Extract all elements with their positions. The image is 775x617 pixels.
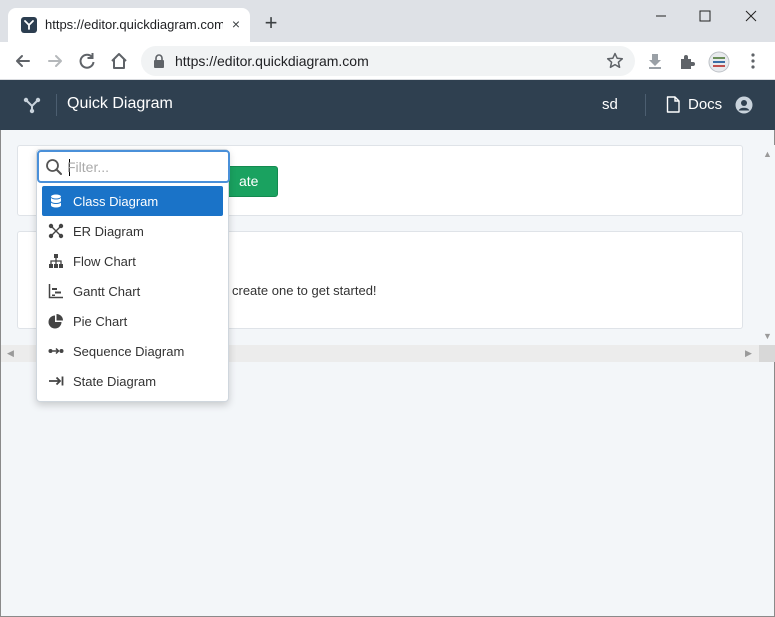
browser-tab[interactable]: https://editor.quickdiagram.com ×	[8, 8, 250, 42]
url-text: https://editor.quickdiagram.com	[175, 53, 369, 69]
scroll-right-icon[interactable]: ▶	[745, 348, 752, 359]
account-icon[interactable]	[735, 96, 753, 114]
header-divider	[56, 94, 57, 116]
menu-item-er-diagram[interactable]: ER Diagram	[42, 216, 223, 246]
scroll-down-icon[interactable]: ▼	[763, 331, 772, 341]
diagram-type-dropdown: Class Diagram ER Diagram Flow Chart Gant…	[36, 149, 230, 402]
menu-item-label: Flow Chart	[73, 253, 136, 269]
menu-item-sequence-diagram[interactable]: Sequence Diagram	[42, 336, 223, 366]
maximize-icon[interactable]	[694, 5, 716, 27]
scroll-left-icon[interactable]: ◀	[7, 348, 14, 359]
profile-avatar-icon[interactable]	[708, 51, 730, 73]
minimize-icon[interactable]	[650, 5, 672, 27]
new-tab-button[interactable]: +	[260, 12, 282, 34]
menu-item-label: Sequence Diagram	[73, 343, 185, 359]
sequence-icon	[48, 343, 64, 359]
vertical-scrollbar[interactable]: ▲ ▼	[759, 145, 775, 345]
address-bar[interactable]: https://editor.quickdiagram.com	[141, 46, 635, 76]
scrollbar-corner	[759, 345, 775, 362]
pie-chart-icon	[48, 313, 64, 329]
forward-icon[interactable]	[44, 50, 66, 72]
menu-item-label: State Diagram	[73, 373, 157, 389]
gantt-icon	[48, 283, 64, 299]
diagram-type-menu: Class Diagram ER Diagram Flow Chart Gant…	[42, 186, 223, 396]
menu-item-state-diagram[interactable]: State Diagram	[42, 366, 223, 396]
sitemap-icon	[48, 253, 64, 269]
favicon-icon	[21, 17, 37, 33]
user-initials[interactable]: sd	[602, 96, 618, 113]
app-header: Quick Diagram sd Docs	[0, 80, 775, 130]
tab-close-icon[interactable]: ×	[228, 16, 244, 32]
browser-tab-strip: https://editor.quickdiagram.com × +	[0, 0, 775, 42]
browser-toolbar: https://editor.quickdiagram.com	[0, 42, 775, 80]
app-title[interactable]: Quick Diagram	[67, 95, 173, 113]
back-icon[interactable]	[12, 50, 34, 72]
database-icon	[48, 193, 64, 209]
browser-menu-icon[interactable]	[743, 51, 763, 71]
menu-item-label: Pie Chart	[73, 313, 128, 329]
er-diagram-icon	[48, 223, 64, 239]
home-icon[interactable]	[108, 50, 130, 72]
lock-icon[interactable]	[153, 54, 165, 68]
download-icon[interactable]	[645, 51, 665, 71]
reload-icon[interactable]	[76, 50, 98, 72]
menu-item-label: Class Diagram	[73, 193, 159, 209]
filter-box[interactable]	[37, 150, 230, 183]
empty-state-message: create one to get started!	[232, 283, 377, 298]
scroll-up-icon[interactable]: ▲	[763, 149, 772, 159]
docs-link[interactable]: Docs	[688, 96, 722, 113]
menu-item-flow-chart[interactable]: Flow Chart	[42, 246, 223, 276]
menu-item-label: Gantt Chart	[73, 283, 141, 299]
state-arrow-icon	[48, 373, 64, 389]
menu-item-gantt-chart[interactable]: Gantt Chart	[42, 276, 223, 306]
close-window-icon[interactable]	[740, 5, 762, 27]
tab-title: https://editor.quickdiagram.com	[45, 17, 223, 32]
menu-item-pie-chart[interactable]: Pie Chart	[42, 306, 223, 336]
document-icon[interactable]	[666, 96, 680, 113]
logo-icon[interactable]	[22, 95, 42, 115]
filter-input[interactable]	[67, 156, 217, 178]
header-divider	[645, 94, 646, 116]
menu-item-label: ER Diagram	[73, 223, 144, 239]
search-icon	[45, 158, 63, 176]
extensions-icon[interactable]	[677, 51, 697, 71]
bookmark-star-icon[interactable]	[605, 51, 625, 71]
menu-item-class-diagram[interactable]: Class Diagram	[42, 186, 223, 216]
